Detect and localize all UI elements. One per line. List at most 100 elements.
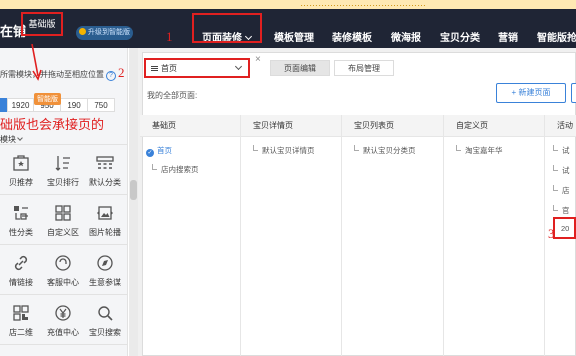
compass-icon [95, 253, 115, 273]
recharge-icon [53, 303, 73, 323]
module-item[interactable]: 贝推荐 [0, 144, 42, 194]
ranking-icon [53, 153, 73, 173]
nav-item-marketing[interactable]: 营销 [498, 29, 518, 44]
page-item-label: 试 [562, 166, 570, 175]
grid-icon [53, 203, 73, 223]
page-item-label: 店内搜索页 [161, 165, 199, 174]
left-panel-scrollbar[interactable] [129, 48, 138, 356]
module-label: 默认分类 [89, 178, 121, 187]
tab-page-edit[interactable]: 页面编辑 [270, 60, 330, 76]
notice-strip: …………………………………… [0, 0, 576, 9]
top-navbar: 在铺 升级到智能版 页面装修 模板管理 装修模板 微海报 宝贝分类 营销 智能版… [0, 9, 576, 48]
page-item-label: 淘宝嘉年华 [465, 146, 503, 155]
page-item-activity[interactable]: 试 [553, 145, 570, 156]
annotation-number-3: 3 [548, 226, 555, 241]
module-item[interactable]: 客服中心 [42, 244, 84, 294]
page-item-list[interactable]: 默认宝贝分类页 [354, 145, 416, 156]
module-item[interactable]: 情链接 [0, 244, 42, 294]
module-item[interactable]: 自定义区 [42, 194, 84, 244]
width-option-1920[interactable]: 1920 [7, 98, 34, 112]
page-item-activity[interactable]: 试 [553, 165, 570, 176]
page-item-home[interactable]: ✓ 首页 [146, 145, 172, 157]
nav-item-template-manage[interactable]: 模板管理 [274, 29, 314, 44]
width-option-190[interactable]: 190 [60, 98, 88, 112]
column-header: 自定义页 [444, 115, 544, 137]
nav-item-smart-preview[interactable]: 智能版抢先 [537, 29, 576, 44]
page-select-dropdown[interactable]: 首页 [144, 58, 250, 78]
column-header: 基础页 [140, 115, 240, 137]
tree-line-icon [456, 145, 461, 151]
page-item-label: 官 [562, 206, 570, 215]
column-custom: 自定义页 淘宝嘉年华 [444, 115, 545, 356]
menu-icon [151, 66, 158, 71]
module-item[interactable]: 默认分类 [84, 144, 126, 194]
module-label: 充值中心 [47, 328, 79, 337]
page-item-activity[interactable]: 官 [553, 205, 570, 216]
close-icon[interactable]: × [255, 54, 261, 65]
module-item[interactable]: 店二维 [0, 294, 42, 344]
check-icon: ✓ [146, 149, 154, 157]
nav-item-micro-poster[interactable]: 微海报 [391, 29, 421, 44]
category-icon [95, 153, 115, 173]
page-item-activity[interactable]: 店 [553, 185, 570, 196]
upgrade-icon [79, 28, 86, 35]
module-grid: 贝推荐 宝贝排行 默认分类 性分类 自定义区 图片轮播 情链接 客服中心 生意参… [0, 144, 128, 356]
carousel-icon [95, 203, 115, 223]
upgrade-label: 升级到智能版 [88, 29, 130, 36]
module-label: 客服中心 [47, 278, 79, 287]
search-icon [95, 303, 115, 323]
annotation-box-1 [192, 13, 262, 43]
page-item-search[interactable]: 店内搜索页 [152, 164, 199, 175]
page-select-value: 首页 [161, 64, 177, 73]
more-button[interactable] [571, 83, 576, 103]
edition-badge[interactable]: 基础版 [21, 12, 63, 36]
module-item[interactable]: 宝贝搜索 [84, 294, 126, 344]
annotation-box-3 [553, 217, 576, 239]
scrollbar-thumb[interactable] [130, 180, 137, 200]
module-item[interactable]: 生意参谋 [84, 244, 126, 294]
service-icon [53, 253, 73, 273]
custom-category-icon [11, 203, 31, 223]
annotation-number-1: 1 [166, 29, 173, 44]
annotation-arrow-icon [31, 44, 42, 81]
page-item-label: 试 [562, 146, 570, 155]
module-label: 情链接 [9, 278, 33, 287]
column-detail: 宝贝详情页 默认宝贝详情页 [241, 115, 342, 356]
module-item[interactable]: 宝贝排行 [42, 144, 84, 194]
page-item-detail[interactable]: 默认宝贝详情页 [253, 145, 315, 156]
width-option-750[interactable]: 750 [87, 98, 115, 112]
tab-layout-manage[interactable]: 布局管理 [334, 60, 394, 76]
module-label: 店二维 [9, 328, 33, 337]
upgrade-button[interactable]: 升级到智能版 [76, 26, 133, 40]
nav-item-item-category[interactable]: 宝贝分类 [440, 29, 480, 44]
page-columns: 基础页 ✓ 首页 店内搜索页 宝贝详情页 默认宝贝详情页 宝贝列表页 默认宝贝分类… [140, 115, 576, 356]
new-page-button[interactable]: + 新建页面 [496, 83, 566, 103]
page-item-custom[interactable]: 淘宝嘉年华 [456, 145, 503, 156]
tree-line-icon [553, 205, 558, 211]
chevron-down-icon [17, 135, 23, 141]
module-label: 宝贝排行 [47, 178, 79, 187]
module-label: 贝推荐 [9, 178, 33, 187]
column-header: 宝贝详情页 [241, 115, 341, 137]
notice-text: …………………………………… [300, 0, 426, 8]
module-item[interactable]: 图片轮播 [84, 194, 126, 244]
page: …………………………………… 在铺 升级到智能版 页面装修 模板管理 装修模板 … [0, 0, 576, 356]
module-label: 宝贝搜索 [89, 328, 121, 337]
divider [0, 344, 128, 345]
tree-line-icon [553, 145, 558, 151]
tree-line-icon [553, 185, 558, 191]
page-item-label: 默认宝贝分类页 [363, 146, 416, 155]
module-item[interactable]: 性分类 [0, 194, 42, 244]
module-label: 自定义区 [47, 228, 79, 237]
annotation-number-2: 2 [118, 65, 125, 80]
module-label: 生意参谋 [89, 278, 121, 287]
tree-line-icon [354, 145, 359, 151]
nav-item-decor-template[interactable]: 装修模板 [332, 29, 372, 44]
page-item-label: 默认宝贝详情页 [262, 146, 315, 155]
column-basic: 基础页 ✓ 首页 店内搜索页 [140, 115, 241, 356]
left-panel: 所需模块，并拖动至相应位置? 1920 950 190 750 智能版 础版也会… [0, 48, 128, 356]
module-item[interactable]: 充值中心 [42, 294, 84, 344]
column-header: 活动 [545, 115, 576, 137]
module-label: 性分类 [9, 228, 33, 237]
help-icon[interactable]: ? [106, 71, 116, 81]
